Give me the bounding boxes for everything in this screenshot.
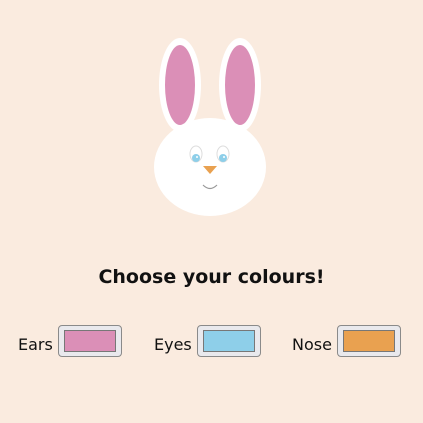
nose-colour-picker[interactable] — [336, 325, 401, 357]
ears-colour-picker[interactable] — [57, 325, 122, 357]
left-eye-highlight — [196, 156, 198, 158]
eyes-colour-picker[interactable] — [196, 325, 261, 357]
ears-colour-picker-group: Ears — [18, 325, 122, 357]
nose-label: Nose — [292, 334, 332, 354]
ears-label: Ears — [18, 334, 53, 354]
eyes-label: Eyes — [154, 334, 192, 354]
left-ear-inner — [165, 45, 195, 125]
page-title: Choose your colours! — [98, 266, 325, 288]
right-ear-inner — [225, 45, 255, 125]
ears-colour-swatch — [63, 330, 116, 352]
eyes-colour-swatch — [202, 330, 255, 352]
bunny-illustration — [154, 38, 266, 216]
eyes-colour-picker-group: Eyes — [154, 325, 261, 357]
nose-colour-swatch — [342, 330, 395, 352]
nose-colour-picker-group: Nose — [292, 325, 401, 357]
left-eye-iris — [192, 154, 200, 162]
right-eye-iris — [219, 154, 227, 162]
right-eye-highlight — [223, 156, 225, 158]
